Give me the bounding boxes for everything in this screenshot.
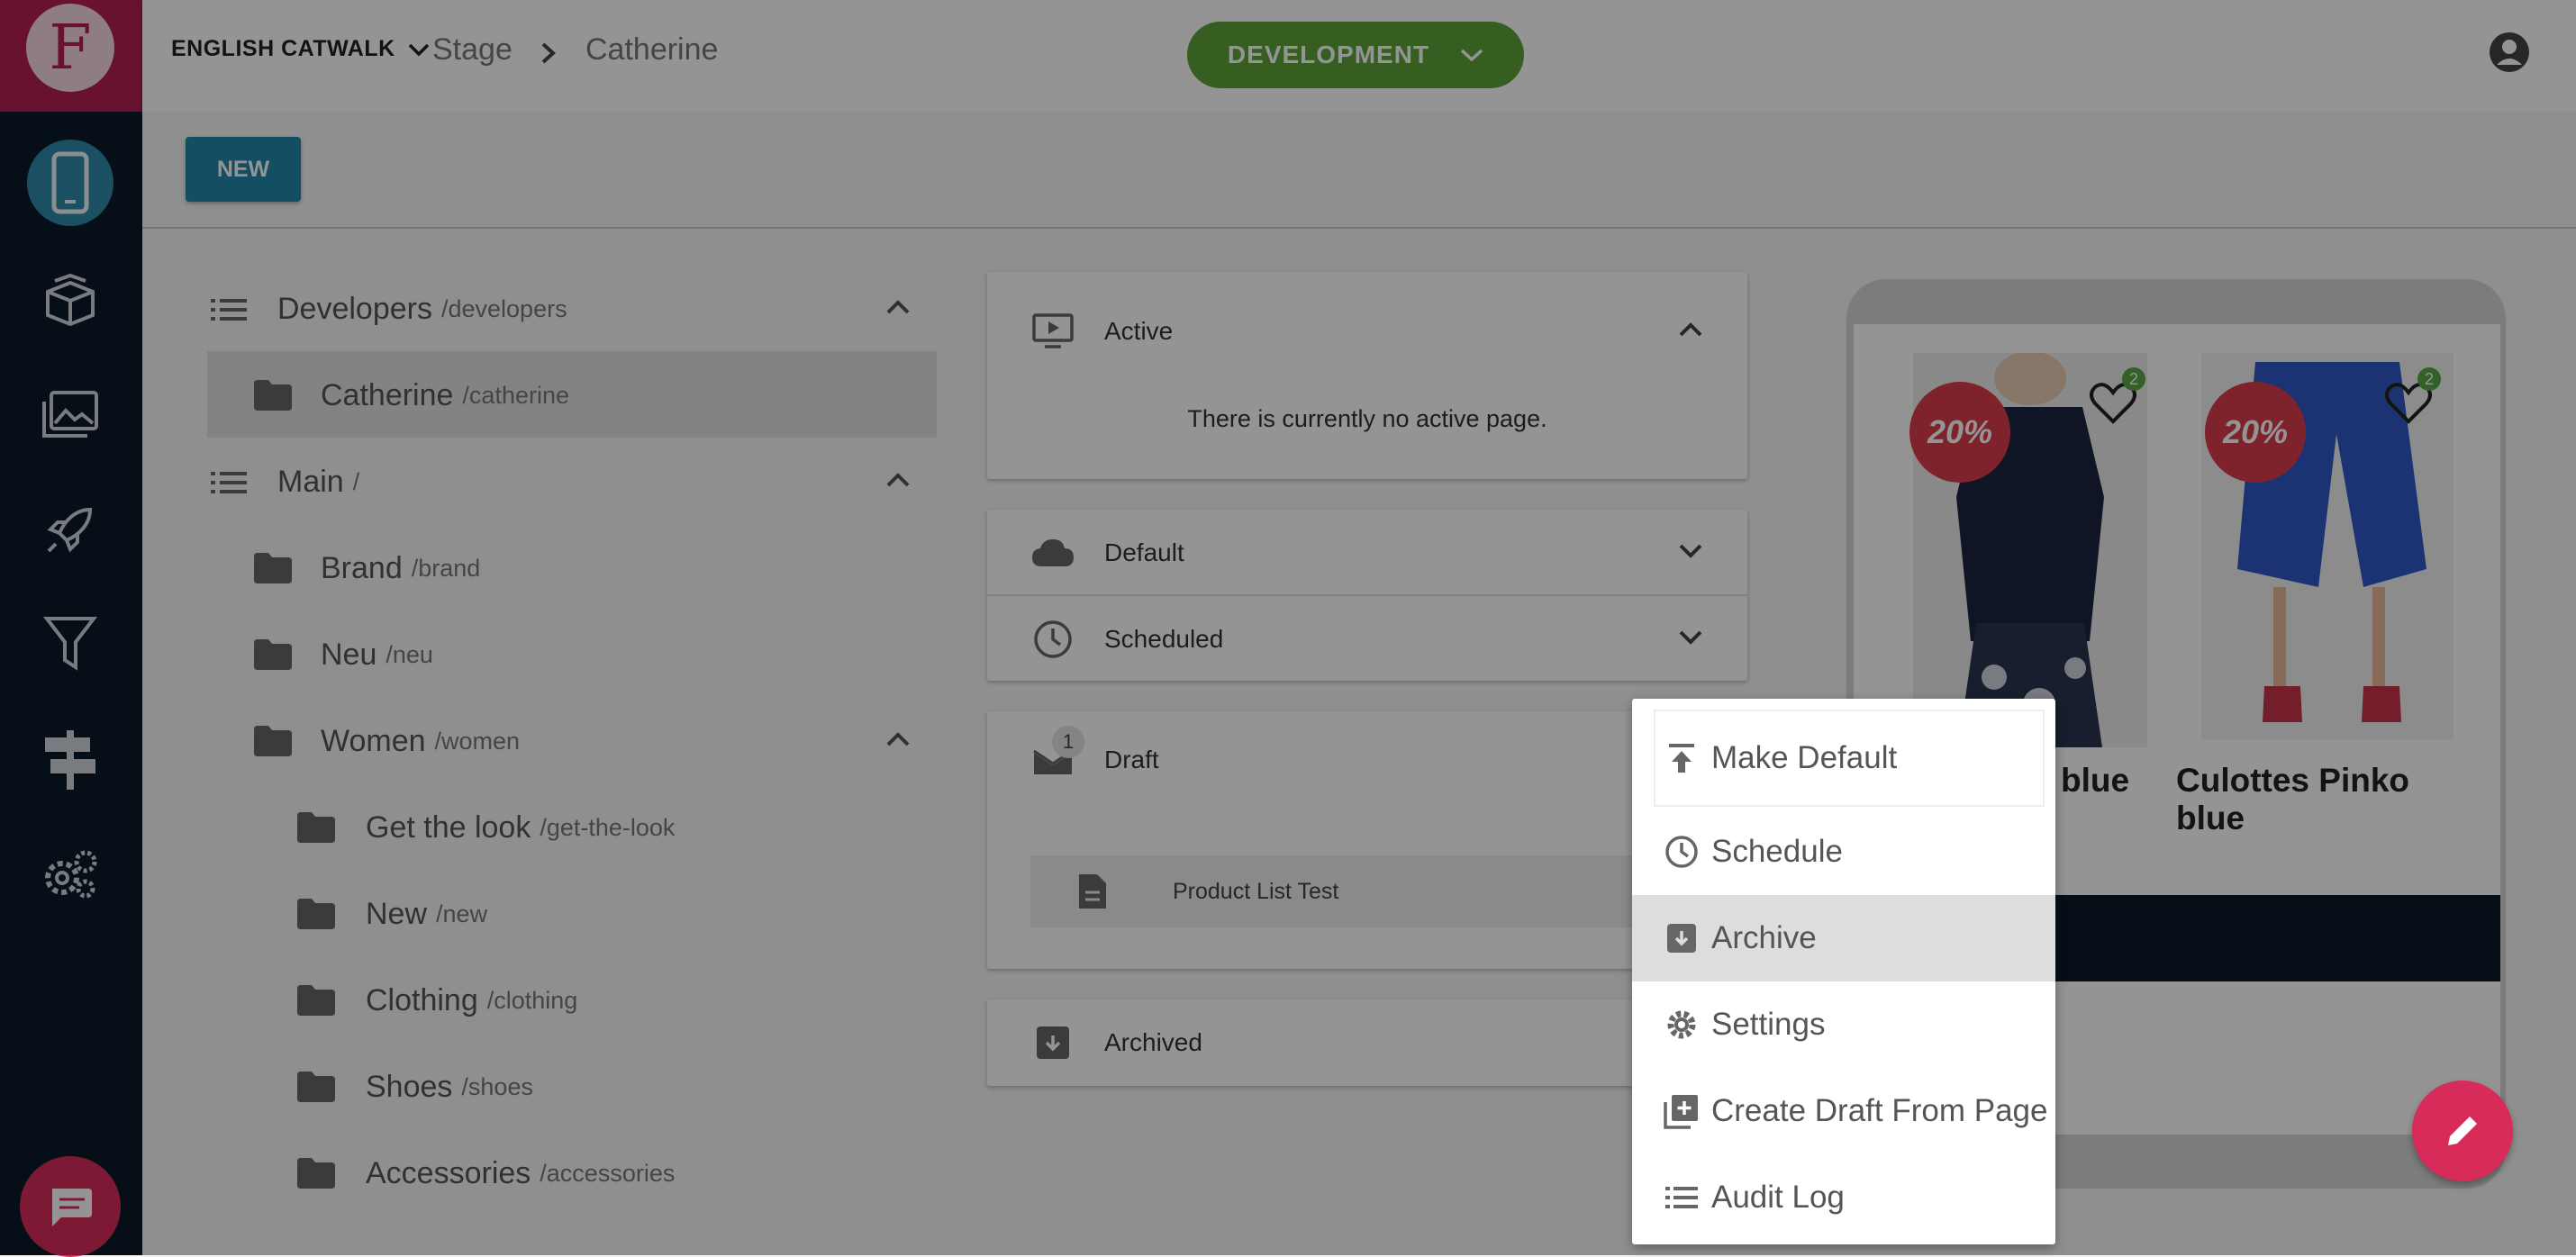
menu-item-label: Settings xyxy=(1711,1007,1826,1042)
context-menu: Make Default Schedule Archive Settings C… xyxy=(1632,699,2055,1244)
archive-icon xyxy=(1663,922,1701,954)
menu-item-schedule[interactable]: Schedule xyxy=(1632,809,2055,895)
clock-icon xyxy=(1663,835,1701,869)
menu-item-audit-log[interactable]: Audit Log xyxy=(1632,1154,2055,1241)
copy-plus-icon xyxy=(1663,1093,1701,1129)
gear-icon xyxy=(1663,1008,1701,1042)
edit-fab-button[interactable] xyxy=(2412,1081,2513,1181)
modal-backdrop[interactable] xyxy=(0,0,2576,1255)
menu-item-label: Create Draft From Page xyxy=(1711,1093,2048,1128)
pencil-icon xyxy=(2448,1117,2477,1145)
menu-item-create-draft[interactable]: Create Draft From Page xyxy=(1632,1068,2055,1154)
menu-item-label: Audit Log xyxy=(1711,1180,1845,1215)
menu-item-make-default[interactable]: Make Default xyxy=(1655,711,2043,805)
menu-item-label: Schedule xyxy=(1711,834,1843,869)
menu-item-settings[interactable]: Settings xyxy=(1632,981,2055,1068)
menu-item-label: Archive xyxy=(1711,920,1817,955)
menu-item-label: Make Default xyxy=(1711,740,1898,775)
upload-icon xyxy=(1663,742,1701,774)
list-icon xyxy=(1663,1186,1701,1209)
menu-item-archive[interactable]: Archive xyxy=(1632,895,2055,981)
